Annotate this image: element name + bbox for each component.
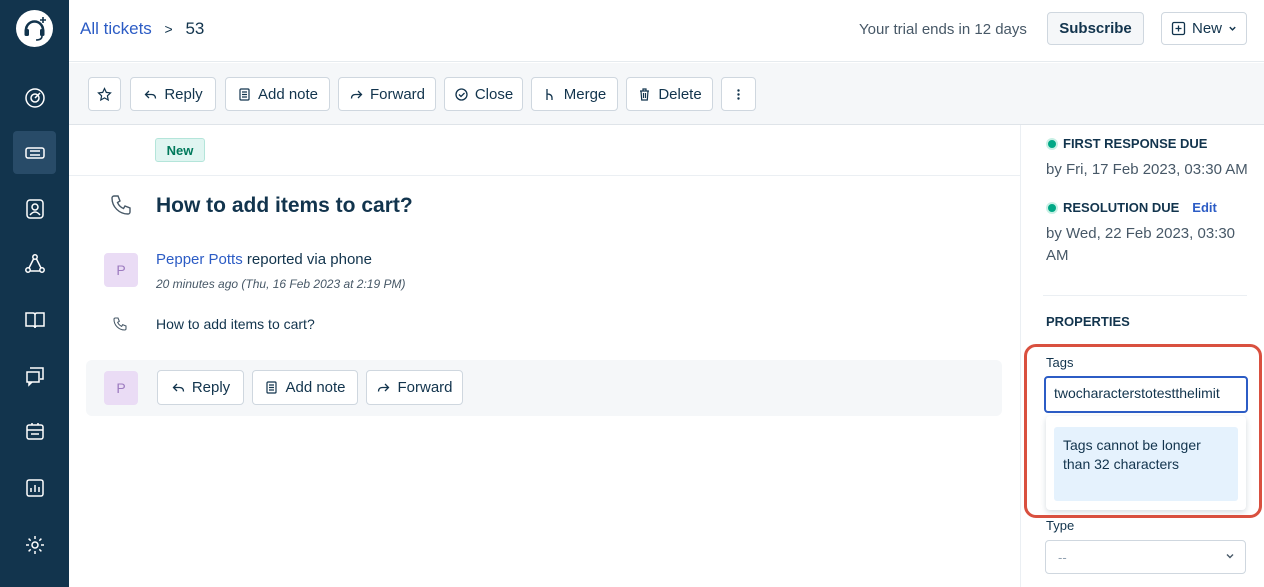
star-icon	[97, 86, 112, 101]
ticket-main: New How to add items to cart? P Pepper P…	[69, 125, 1020, 587]
add-note-label: Add note	[257, 85, 319, 103]
close-label: Close	[474, 85, 514, 103]
reply-bar-forward-label: Forward	[397, 379, 453, 396]
reporter-via: reported via phone	[246, 251, 372, 268]
sla-status-dot	[1046, 201, 1058, 214]
reply-bar-reply-button[interactable]: Reply	[157, 370, 244, 405]
highlight-box	[1024, 344, 1262, 518]
conversations-icon[interactable]	[13, 354, 56, 397]
breadcrumb: All tickets > 53	[80, 19, 204, 39]
new-label: New	[1191, 20, 1222, 37]
first-response-value: by Fri, 17 Feb 2023, 03:30 AM	[1046, 161, 1248, 178]
breadcrumb-separator: >	[164, 21, 173, 37]
forward-button[interactable]: Forward	[338, 77, 436, 111]
reporter-name-link[interactable]: Pepper Potts	[156, 251, 243, 268]
close-ticket-button[interactable]: Close	[444, 77, 523, 111]
chevron-down-icon	[1229, 26, 1236, 31]
reporter-line: Pepper Potts reported via phone	[156, 251, 372, 268]
resolution-label: RESOLUTION DUE	[1063, 200, 1180, 215]
ticket-toolbar: Reply Add note Forward Close Merge Delet…	[69, 63, 1264, 125]
type-select[interactable]: --	[1045, 540, 1246, 574]
reply-action-bar: P Reply Add note Forward	[86, 360, 1002, 416]
reply-icon	[144, 90, 157, 99]
plus-square-icon	[1171, 21, 1186, 36]
settings-gear-icon[interactable]	[13, 523, 56, 566]
avatar: P	[104, 253, 138, 287]
knowledge-base-icon[interactable]	[13, 298, 56, 341]
reports-icon[interactable]	[13, 466, 56, 509]
forward-icon	[378, 383, 390, 392]
subscribe-button[interactable]: Subscribe	[1047, 12, 1144, 45]
type-label: Type	[1046, 518, 1075, 533]
ticket-timestamp: 20 minutes ago (Thu, 16 Feb 2023 at 2:19…	[156, 277, 406, 291]
properties-heading: PROPERTIES	[1046, 314, 1130, 329]
note-icon	[266, 381, 278, 394]
subscribe-label: Subscribe	[1059, 20, 1132, 37]
resolution-title: RESOLUTION DUE Edit	[1046, 200, 1217, 215]
contacts-icon[interactable]	[13, 187, 56, 230]
trial-notice: Your trial ends in 12 days	[859, 21, 1027, 38]
first-response-title: FIRST RESPONSE DUE	[1046, 136, 1207, 151]
forward-icon	[350, 90, 363, 99]
top-header: All tickets > 53 Your trial ends in 12 d…	[69, 0, 1264, 62]
forward-label: Forward	[369, 85, 425, 103]
resolution-value: by Wed, 22 Feb 2023, 03:30 AM	[1046, 225, 1236, 264]
phone-small-icon	[113, 317, 127, 331]
tickets-icon[interactable]	[13, 131, 56, 174]
helpdesk-logo-icon[interactable]	[16, 10, 53, 47]
breadcrumb-ticket-id: 53	[185, 19, 205, 38]
divider	[69, 175, 1020, 176]
properties-panel: FIRST RESPONSE DUE by Fri, 17 Feb 2023, …	[1020, 125, 1264, 587]
check-circle-icon	[455, 87, 468, 101]
sla-status-dot	[1046, 137, 1058, 150]
more-options-button[interactable]	[721, 77, 756, 111]
merge-label: Merge	[563, 85, 607, 103]
note-icon	[239, 87, 250, 101]
delete-button[interactable]: Delete	[626, 77, 713, 111]
first-response-label: FIRST RESPONSE DUE	[1063, 136, 1208, 151]
assets-icon[interactable]	[13, 410, 56, 453]
reply-bar-reply-label: Reply	[191, 379, 231, 396]
dashboard-icon[interactable]	[13, 76, 56, 119]
delete-label: Delete	[658, 85, 702, 103]
reply-label: Reply	[164, 85, 203, 103]
divider	[1043, 295, 1247, 296]
phone-icon	[111, 195, 131, 215]
sidebar	[0, 0, 69, 587]
reply-button[interactable]: Reply	[130, 77, 216, 111]
agent-avatar: P	[104, 371, 138, 405]
star-button[interactable]	[88, 77, 121, 111]
add-note-button[interactable]: Add note	[225, 77, 330, 111]
groups-icon[interactable]	[13, 242, 56, 285]
trash-icon	[640, 87, 650, 101]
ticket-subject: How to add items to cart?	[156, 194, 413, 217]
reply-bar-add-note-label: Add note	[285, 379, 346, 396]
merge-button[interactable]: Merge	[531, 77, 618, 111]
reply-bar-forward-button[interactable]: Forward	[366, 370, 463, 405]
new-dropdown-button[interactable]: New	[1161, 12, 1247, 45]
type-selected-value: --	[1058, 550, 1067, 565]
ticket-description: How to add items to cart?	[156, 316, 315, 332]
status-badge: New	[155, 138, 205, 162]
reply-icon	[172, 383, 184, 392]
merge-icon	[546, 88, 553, 100]
resolution-edit-link[interactable]: Edit	[1192, 200, 1217, 215]
chevron-down-icon	[1226, 554, 1234, 559]
kebab-menu-icon	[737, 88, 740, 100]
reply-bar-add-note-button[interactable]: Add note	[252, 370, 358, 405]
breadcrumb-all-tickets-link[interactable]: All tickets	[80, 19, 152, 38]
